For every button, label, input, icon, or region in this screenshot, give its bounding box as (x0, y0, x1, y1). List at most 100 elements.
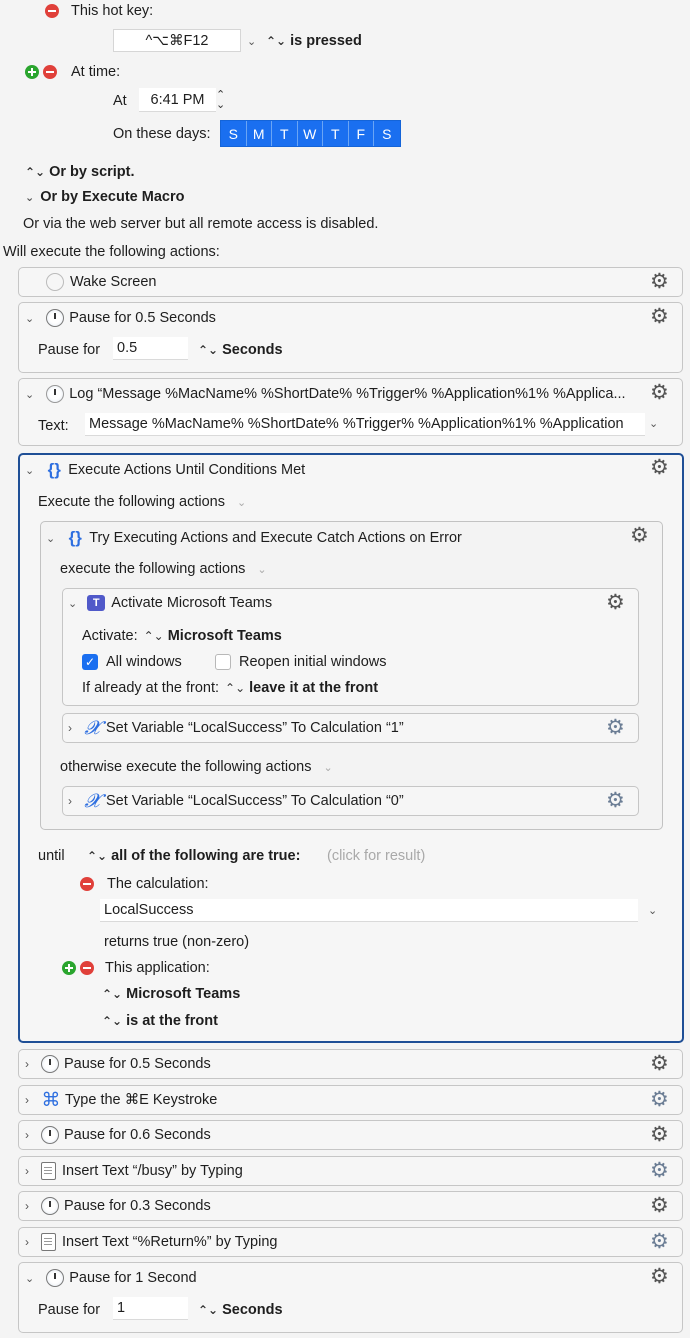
gear-icon[interactable]: ⚙ (606, 790, 625, 811)
gear-icon[interactable]: ⚙ (650, 306, 669, 327)
chevron-right-icon[interactable]: › (25, 1164, 29, 1178)
remove-condition-icon[interactable] (80, 961, 94, 975)
activate-app-popup[interactable]: Microsoft Teams (168, 628, 282, 644)
pause-duration-field[interactable]: 0.5 (113, 337, 188, 360)
remove-trigger-icon[interactable] (45, 4, 59, 18)
chevron-down-icon[interactable]: ⌄ (46, 532, 55, 545)
gear-icon[interactable]: ⚙ (650, 457, 669, 478)
gear-icon[interactable]: ⚙ (650, 1231, 669, 1252)
otherwise-popup[interactable]: otherwise execute the following actions … (60, 758, 333, 776)
chevron-down-icon[interactable]: ⌄ (25, 312, 34, 325)
action-insert-return[interactable]: › Insert Text “%Return%” by Typing ⚙ (18, 1227, 683, 1257)
chevron-down-icon[interactable]: ⌄ (649, 417, 658, 430)
action-type-keystroke[interactable]: › ⌘ Type the ⌘E Keystroke ⚙ (18, 1085, 683, 1115)
units-popup[interactable]: ⌃⌄ Seconds (198, 341, 283, 359)
variable-icon: 𝓧 (84, 717, 100, 739)
action-pause-0-3[interactable]: › Pause for 0.3 Seconds ⚙ (18, 1191, 683, 1221)
time-field[interactable]: 6:41 PM (139, 88, 216, 112)
action-set-variable-1[interactable]: › 𝓧 Set Variable “LocalSuccess” To Calcu… (62, 713, 639, 743)
add-condition-icon[interactable] (25, 65, 39, 79)
chevron-down-icon[interactable]: ⌄ (25, 464, 34, 477)
units-popup[interactable]: ⌃⌄ Seconds (198, 1301, 283, 1319)
all-windows-row[interactable]: ✓ All windows (82, 653, 182, 671)
chevron-right-icon[interactable]: › (68, 794, 72, 808)
units-label: Seconds (222, 342, 283, 358)
gear-icon[interactable]: ⚙ (650, 271, 669, 292)
chevron-right-icon[interactable]: › (25, 1093, 29, 1107)
action-wake-screen[interactable]: Wake Screen ⚙ (18, 267, 683, 297)
action-pause-0-5-collapsed[interactable]: › Pause for 0.5 Seconds ⚙ (18, 1049, 683, 1079)
action-title: Try Executing Actions and Execute Catch … (89, 530, 462, 546)
action-set-variable-0[interactable]: › 𝓧 Set Variable “LocalSuccess” To Calcu… (62, 786, 639, 816)
gear-icon[interactable]: ⚙ (606, 717, 625, 738)
day-saturday[interactable]: S (374, 121, 400, 146)
all-windows-label: All windows (106, 654, 182, 670)
hotkey-chevron-down-icon[interactable]: ⌄ (247, 35, 256, 48)
or-by-macro-toggle[interactable]: ⌄ Or by Execute Macro (25, 188, 184, 206)
is-front-label: is at the front (126, 1013, 218, 1029)
action-title: Set Variable “LocalSuccess” To Calculati… (106, 720, 404, 736)
chevron-down-icon[interactable]: ⌄ (25, 388, 34, 401)
otherwise-label: otherwise execute the following actions (60, 759, 312, 775)
updown-icon: ⌃⌄ (102, 987, 123, 1001)
chevron-down-icon[interactable]: ⌄ (648, 904, 657, 917)
gear-icon[interactable]: ⚙ (650, 1124, 669, 1145)
is-front-popup[interactable]: ⌃⌄ is at the front (102, 1012, 218, 1030)
gear-icon[interactable]: ⚙ (650, 1195, 669, 1216)
reopen-windows-checkbox[interactable] (215, 654, 231, 670)
all-true-popup[interactable]: ⌃⌄ all of the following are true: (87, 847, 300, 865)
execute-following-popup[interactable]: Execute the following actions ⌄ (38, 493, 246, 511)
gear-icon[interactable]: ⚙ (650, 1089, 669, 1110)
action-try-catch[interactable]: ⌄ {} Try Executing Actions and Execute C… (40, 521, 663, 830)
gear-icon[interactable]: ⚙ (606, 592, 625, 613)
updown-icon: ⌃⌄ (143, 629, 164, 643)
action-insert-busy[interactable]: › Insert Text “/busy” by Typing ⚙ (18, 1156, 683, 1186)
action-activate-teams[interactable]: ⌄ T Activate Microsoft Teams ⚙ Activate:… (62, 588, 639, 706)
gear-icon[interactable]: ⚙ (650, 382, 669, 403)
chevron-down-icon: ⌄ (25, 191, 35, 204)
click-for-result[interactable]: (click for result) (327, 847, 425, 865)
chevron-down-icon[interactable]: ⌄ (25, 1272, 34, 1285)
hotkey-field[interactable]: ^⌥⌘F12 (113, 29, 241, 52)
calculation-field[interactable]: LocalSuccess (100, 899, 638, 922)
log-text-field[interactable]: Message %MacName% %ShortDate% %Trigger% … (85, 413, 645, 436)
chevron-right-icon[interactable]: › (25, 1128, 29, 1142)
activate-label: Activate: (82, 628, 138, 644)
time-stepper-icon[interactable]: ⌃ ⌄ (216, 90, 225, 111)
day-tuesday[interactable]: T (272, 121, 298, 146)
action-pause-0-5[interactable]: ⌄ Pause for 0.5 Seconds ⚙ Pause for 0.5 … (18, 302, 683, 373)
clock-icon (41, 1055, 59, 1073)
action-log[interactable]: ⌄ Log “Message %MacName% %ShortDate% %Tr… (18, 378, 683, 446)
day-sunday[interactable]: S (221, 121, 247, 146)
all-windows-checkbox[interactable]: ✓ (82, 654, 98, 670)
remove-condition-icon[interactable] (80, 877, 94, 891)
chevron-right-icon[interactable]: › (25, 1199, 29, 1213)
remove-trigger-icon[interactable] (43, 65, 57, 79)
gear-icon[interactable]: ⚙ (650, 1266, 669, 1287)
gear-icon[interactable]: ⚙ (630, 525, 649, 546)
action-pause-1[interactable]: ⌄ Pause for 1 Second ⚙ Pause for 1 ⌃⌄ Se… (18, 1262, 683, 1333)
chevron-right-icon[interactable]: › (25, 1057, 29, 1071)
chevron-down-icon[interactable]: ⌄ (68, 597, 77, 610)
or-by-script-toggle[interactable]: ⌃⌄ Or by script. (25, 163, 135, 181)
pause-duration-field[interactable]: 1 (113, 1297, 188, 1320)
day-thursday[interactable]: T (323, 121, 349, 146)
chevron-right-icon[interactable]: › (25, 1235, 29, 1249)
add-condition-icon[interactable] (62, 961, 76, 975)
action-title: Set Variable “LocalSuccess” To Calculati… (106, 793, 404, 809)
reopen-windows-row[interactable]: Reopen initial windows (215, 653, 387, 671)
try-execute-popup[interactable]: execute the following actions ⌄ (60, 560, 267, 578)
gear-icon[interactable]: ⚙ (650, 1053, 669, 1074)
gear-icon[interactable]: ⚙ (650, 1160, 669, 1181)
day-wednesday[interactable]: W (297, 121, 323, 146)
day-monday[interactable]: M (246, 121, 272, 146)
web-server-note: Or via the web server but all remote acc… (23, 216, 379, 232)
day-friday[interactable]: F (348, 121, 374, 146)
app-popup[interactable]: ⌃⌄ Microsoft Teams (102, 985, 240, 1003)
hotkey-condition-popup[interactable]: ⌃⌄ is pressed (266, 32, 362, 50)
if-front-popup[interactable]: leave it at the front (249, 680, 378, 696)
chevron-right-icon[interactable]: › (68, 721, 72, 735)
clock-icon (41, 1197, 59, 1215)
action-execute-until[interactable]: ⌄ {} Execute Actions Until Conditions Me… (18, 453, 684, 1043)
action-pause-0-6[interactable]: › Pause for 0.6 Seconds ⚙ (18, 1120, 683, 1150)
